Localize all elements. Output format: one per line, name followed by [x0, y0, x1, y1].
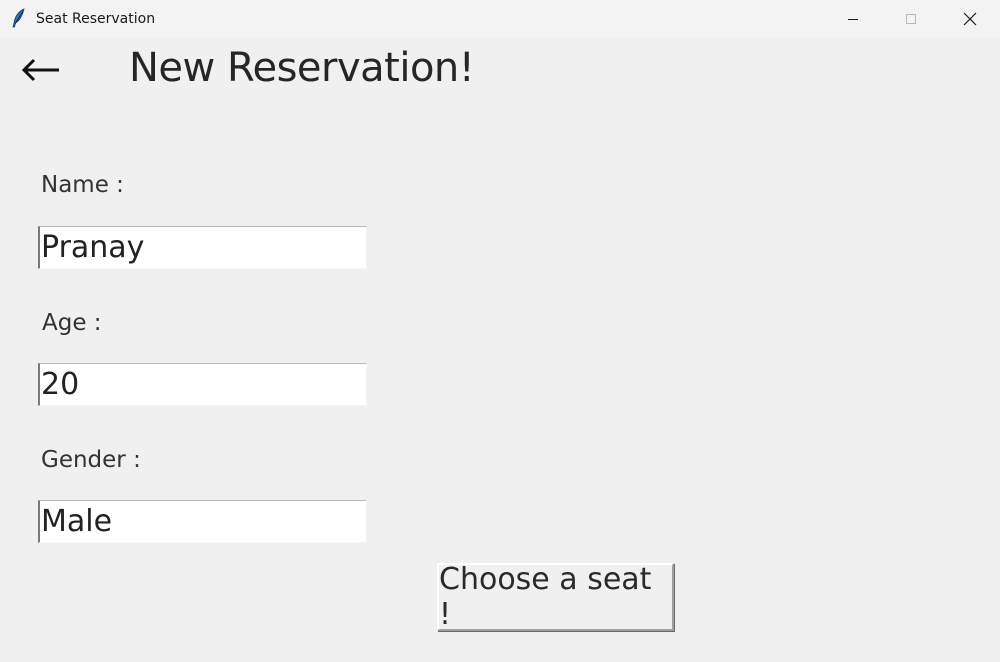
window-title: Seat Reservation — [36, 11, 156, 27]
close-icon — [963, 12, 977, 26]
back-button[interactable] — [20, 52, 62, 88]
name-field[interactable] — [38, 226, 367, 269]
minimize-icon — [847, 13, 859, 25]
name-label: Name : — [41, 172, 124, 198]
minimize-button[interactable] — [824, 0, 882, 38]
maximize-icon — [905, 13, 917, 25]
arrow-left-icon — [20, 58, 62, 92]
gender-label: Gender : — [41, 447, 141, 473]
choose-seat-button[interactable]: Choose a seat ! — [437, 562, 674, 632]
page-title: New Reservation! — [129, 45, 475, 91]
title-bar[interactable]: Seat Reservation — [0, 0, 1000, 38]
age-label: Age : — [42, 310, 102, 336]
maximize-button[interactable] — [882, 0, 940, 38]
gender-field[interactable] — [38, 500, 367, 543]
close-button[interactable] — [940, 0, 1000, 38]
feather-icon — [11, 8, 27, 28]
app-window: Seat Reservation New Reservation! Name:… — [0, 0, 1000, 662]
age-field[interactable] — [38, 363, 367, 406]
